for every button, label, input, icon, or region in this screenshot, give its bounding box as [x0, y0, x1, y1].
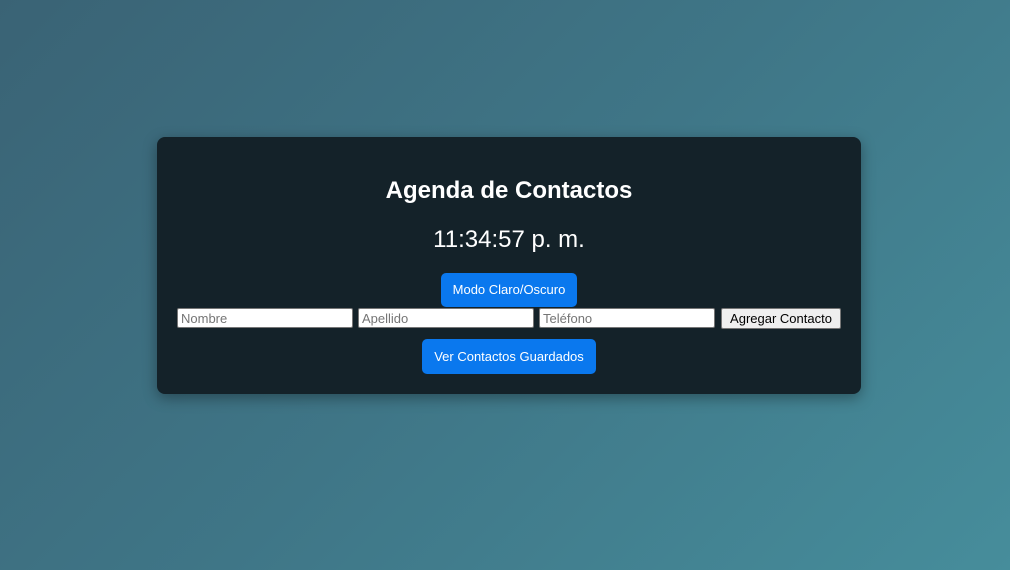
clock-display: 11:34:57 p. m. — [433, 226, 585, 253]
theme-toggle-button[interactable]: Modo Claro/Oscuro — [441, 273, 577, 307]
view-contacts-button[interactable]: Ver Contactos Guardados — [422, 339, 596, 374]
page-title: Agenda de Contactos — [385, 177, 633, 204]
contact-form: Agregar Contacto — [177, 308, 841, 329]
add-contact-button[interactable]: Agregar Contacto — [721, 308, 841, 329]
telefono-input[interactable] — [539, 308, 715, 328]
nombre-input[interactable] — [177, 308, 353, 328]
apellido-input[interactable] — [358, 308, 534, 328]
contacts-card: Agenda de Contactos 11:34:57 p. m. Modo … — [157, 137, 861, 394]
